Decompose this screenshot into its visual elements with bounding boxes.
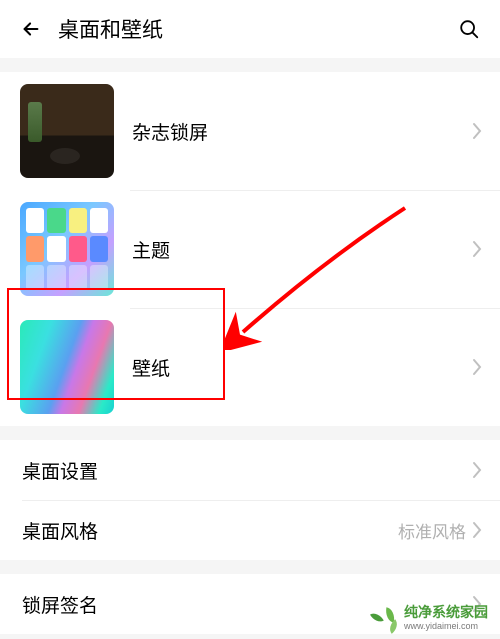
item-label: 杂志锁屏 <box>132 118 472 145</box>
watermark-logo-icon <box>372 605 398 631</box>
chevron-right-icon <box>472 358 482 376</box>
item-magazine-lockscreen[interactable]: 杂志锁屏 <box>0 72 500 190</box>
item-label: 壁纸 <box>132 354 472 381</box>
header: 桌面和壁纸 <box>0 0 500 58</box>
item-label: 主题 <box>132 236 472 263</box>
chevron-right-icon <box>472 240 482 258</box>
item-label: 桌面风格 <box>22 517 398 544</box>
page-title: 桌面和壁纸 <box>58 14 456 44</box>
item-label: 桌面设置 <box>22 457 472 484</box>
item-wallpaper[interactable]: 壁纸 <box>0 308 500 426</box>
watermark: 纯净系统家园 www.yidaimei.com <box>372 605 488 631</box>
item-desktop-style[interactable]: 桌面风格 标准风格 <box>0 500 500 560</box>
settings-group-desktop: 桌面设置 桌面风格 标准风格 <box>0 440 500 560</box>
search-icon[interactable] <box>456 16 482 42</box>
wallpaper-thumbnail <box>20 320 114 414</box>
item-desktop-settings[interactable]: 桌面设置 <box>0 440 500 500</box>
watermark-url: www.yidaimei.com <box>404 621 488 631</box>
chevron-right-icon <box>472 521 482 539</box>
chevron-right-icon <box>472 122 482 140</box>
settings-group-visual: 杂志锁屏 主题 壁纸 <box>0 72 500 426</box>
item-value: 标准风格 <box>398 518 466 543</box>
back-icon[interactable] <box>18 16 44 42</box>
lockscreen-thumbnail <box>20 84 114 178</box>
watermark-brand: 纯净系统家园 <box>404 605 488 620</box>
theme-thumbnail <box>20 202 114 296</box>
item-theme[interactable]: 主题 <box>0 190 500 308</box>
chevron-right-icon <box>472 461 482 479</box>
